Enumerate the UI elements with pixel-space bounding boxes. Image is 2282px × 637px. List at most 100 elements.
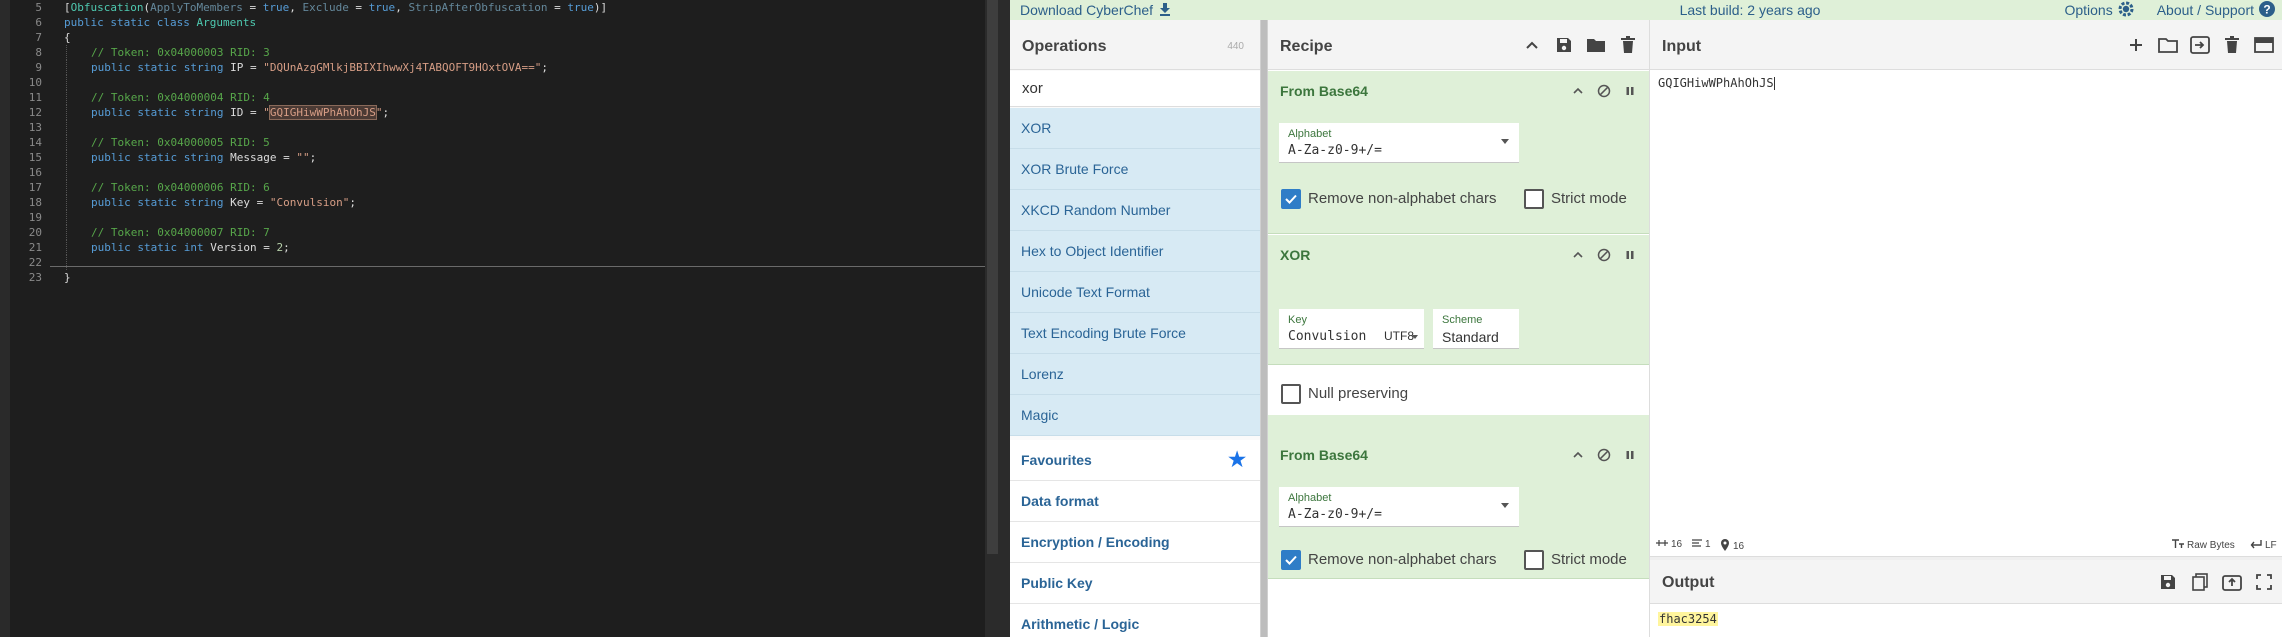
code-line: 15 public static string Message = "";	[10, 150, 985, 165]
add-tab-icon[interactable]	[2126, 35, 2146, 55]
strict-mode-checkbox[interactable]	[1524, 189, 1544, 209]
maximise-icon[interactable]	[2254, 572, 2274, 592]
line-number: 8	[35, 46, 42, 59]
code-token: string	[183, 61, 224, 74]
indent-guide	[66, 60, 67, 75]
last-build-info: Last build: 2 years ago	[1679, 2, 1821, 18]
operation-result-item[interactable]: Lorenz	[1010, 354, 1260, 395]
indent-guide	[66, 90, 67, 105]
code-token: ApplyToMembers	[150, 1, 243, 14]
code-text: // Token: 0x04000004 RID: 4	[91, 90, 270, 105]
code-token: int	[183, 241, 204, 254]
editor-scrollbar-thumb[interactable]	[987, 0, 998, 554]
code-line: 18 public static string Key = "Convulsion…	[10, 195, 985, 210]
recipe-op-from-base64-2[interactable]: From Base64 Alphabet A-Za-z0-9+/= Remove…	[1268, 415, 1649, 579]
disable-icon[interactable]	[1596, 247, 1612, 263]
operations-header: Operations 440	[1010, 20, 1260, 70]
input-textarea[interactable]: GQIGHiwWPhAhOhJS	[1658, 76, 1775, 90]
open-folder-icon[interactable]	[2158, 35, 2178, 55]
op-title: XOR	[1280, 247, 1311, 263]
key-label: Key	[1288, 314, 1307, 326]
chevron-up-icon[interactable]	[1570, 83, 1586, 99]
disable-icon[interactable]	[1596, 447, 1612, 463]
operation-result-item[interactable]: XOR	[1010, 108, 1260, 149]
operation-result-item[interactable]: XOR Brute Force	[1010, 149, 1260, 190]
collapse-all-icon[interactable]	[1522, 35, 1542, 55]
line-number: 5	[35, 1, 42, 14]
save-recipe-icon[interactable]	[1554, 35, 1574, 55]
disable-icon[interactable]	[1596, 83, 1612, 99]
line-number: 6	[35, 16, 42, 29]
code-text: public static string Key = "Convulsion";	[91, 195, 356, 210]
chevron-up-icon[interactable]	[1570, 447, 1586, 463]
line-number: 23	[28, 271, 42, 284]
code-token: ;	[283, 241, 290, 254]
alphabet-select[interactable]: Alphabet A-Za-z0-9+/=	[1279, 123, 1519, 163]
chevron-up-icon[interactable]	[1570, 247, 1586, 263]
operation-result-item[interactable]: Magic	[1010, 395, 1260, 436]
open-file-icon[interactable]	[2190, 35, 2210, 55]
replace-input-icon[interactable]	[2222, 572, 2242, 592]
category-item[interactable]: Data format	[1010, 481, 1260, 522]
code-token: static	[137, 151, 178, 164]
line-number: 12	[28, 106, 42, 119]
operation-result-item[interactable]: Unicode Text Format	[1010, 272, 1260, 313]
code-token: public	[64, 16, 104, 29]
code-text: public static string IP = "DQUnAzgGMlkjB…	[91, 60, 548, 75]
category-item[interactable]: Arithmetic / Logic	[1010, 604, 1260, 637]
pause-icon[interactable]	[1622, 447, 1638, 463]
strict-mode-checkbox[interactable]	[1524, 550, 1544, 570]
remove-non-alphabet-checkbox[interactable]	[1281, 189, 1301, 209]
recipe-op-from-base64-1[interactable]: From Base64 Alphabet A-Za-z0-9+/= Remove…	[1268, 71, 1649, 234]
code-token: ;	[349, 196, 356, 209]
operation-result-item[interactable]: Hex to Object Identifier	[1010, 231, 1260, 272]
pause-icon[interactable]	[1622, 83, 1638, 99]
download-icon	[1158, 2, 1172, 19]
indent-guide	[66, 75, 67, 90]
code-token: true	[368, 1, 396, 14]
help-icon[interactable]: ?	[2258, 0, 2276, 21]
about-support-link[interactable]: About / Support	[2157, 2, 2254, 18]
remove-non-alphabet-checkbox[interactable]	[1281, 550, 1301, 570]
operation-result-item[interactable]: Text Encoding Brute Force	[1010, 313, 1260, 354]
load-recipe-icon[interactable]	[1586, 35, 1606, 55]
recipe-op-xor[interactable]: XOR Key Convulsion UTF8 Scheme Standard	[1268, 235, 1649, 404]
clear-recipe-icon[interactable]	[1618, 35, 1638, 55]
download-cyberchef-link[interactable]: Download CyberChef	[1020, 1, 1172, 19]
code-line: 11 // Token: 0x04000004 RID: 4	[10, 90, 985, 105]
save-output-icon[interactable]	[2158, 572, 2178, 592]
op-controls	[1570, 247, 1638, 263]
indent-guide	[66, 195, 67, 210]
operations-search-input[interactable]	[1010, 71, 1260, 107]
eol-toggle[interactable]: LF	[2250, 539, 2277, 552]
operations-scrollbar-thumb[interactable]	[1261, 20, 1267, 637]
category-item[interactable]: Public Key	[1010, 563, 1260, 604]
operation-result-item[interactable]: XKCD Random Number	[1010, 190, 1260, 231]
code-line: 21 public static int Version = 2;	[10, 240, 985, 255]
code-editor[interactable]: 5 [Obfuscation(ApplyToMembers = true, Exc…	[0, 0, 1010, 637]
eol-label: LF	[2265, 540, 2277, 551]
raw-bytes-toggle[interactable]: Raw Bytes	[2172, 539, 2235, 552]
key-encoding-dropdown[interactable]: UTF8	[1379, 309, 1424, 349]
pause-icon[interactable]	[1622, 247, 1638, 263]
category-item[interactable]: Favourites ★	[1010, 440, 1260, 481]
operations-count: 440	[1227, 41, 1244, 52]
options-link[interactable]: Options	[2064, 2, 2112, 18]
indent-guide	[66, 240, 67, 255]
category-label: Data format	[1021, 493, 1099, 509]
copy-output-icon[interactable]	[2190, 572, 2210, 592]
xor-scheme-select[interactable]: Scheme Standard	[1433, 309, 1519, 349]
output-text[interactable]: fhac3254	[1658, 612, 1718, 626]
alphabet-select[interactable]: Alphabet A-Za-z0-9+/=	[1279, 487, 1519, 527]
category-item[interactable]: Encryption / Encoding	[1010, 522, 1260, 563]
recipe-title: Recipe	[1280, 38, 1333, 55]
indent-guide	[66, 210, 67, 225]
indent-guide	[66, 135, 67, 150]
layout-icon[interactable]	[2254, 35, 2274, 55]
gear-icon[interactable]	[2117, 0, 2135, 21]
code-token: =	[547, 1, 568, 14]
clear-input-icon[interactable]	[2222, 35, 2242, 55]
null-preserving-checkbox[interactable]	[1281, 384, 1301, 404]
